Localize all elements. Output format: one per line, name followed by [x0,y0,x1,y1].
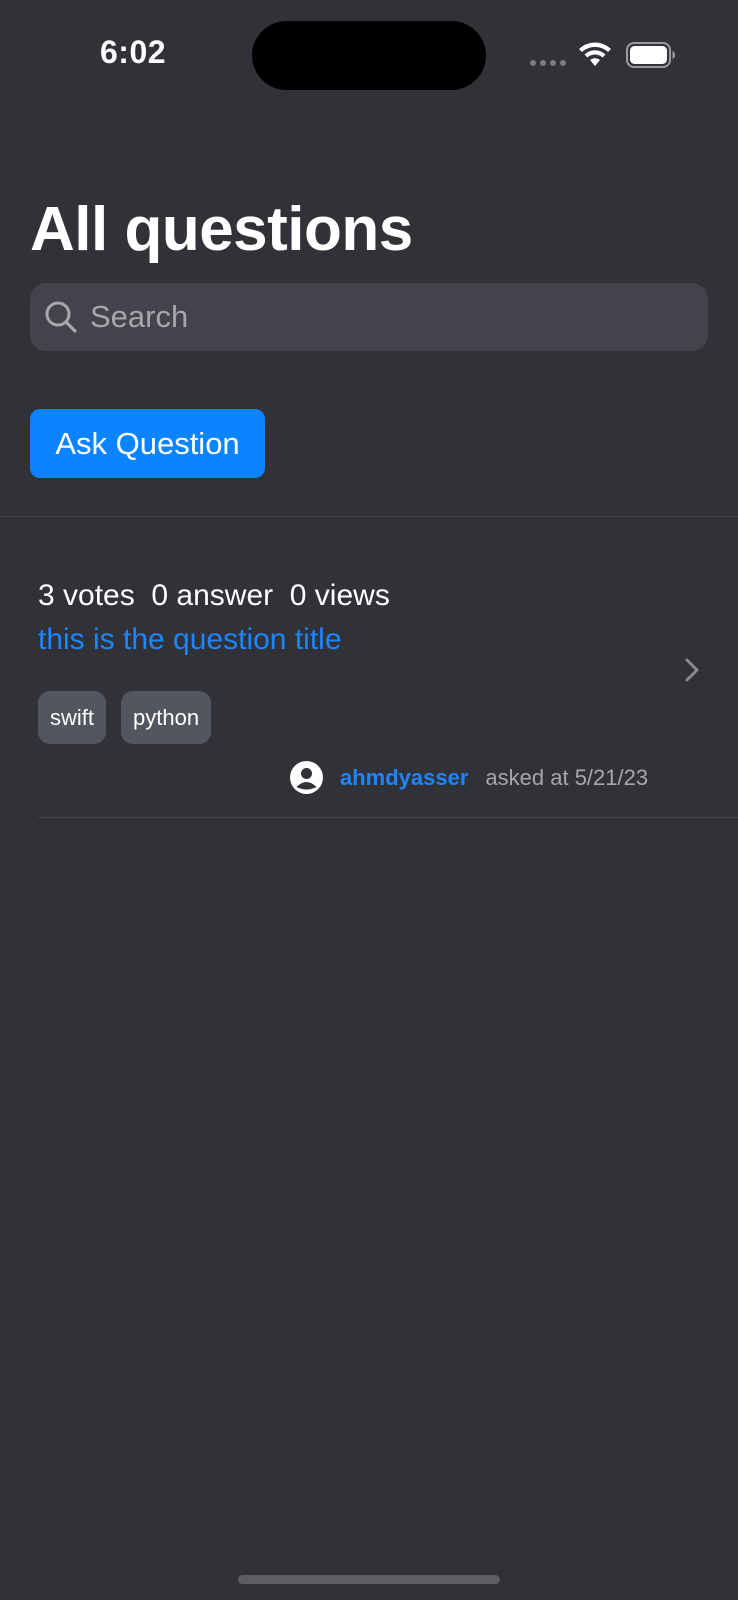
search-input[interactable] [88,298,672,336]
cellular-signal-icon [530,60,566,66]
question-meta: ahmdyasser asked at 5/21/23 [290,761,648,794]
divider [38,817,738,818]
tag-swift[interactable]: swift [38,691,106,744]
dynamic-island [252,21,486,90]
question-stats: 3 votes 0 answer 0 views [38,579,390,612]
page-title: All questions [30,195,413,264]
avatar-icon [290,761,323,794]
wifi-icon [579,42,611,66]
question-title[interactable]: this is the question title [38,623,342,657]
home-indicator[interactable] [238,1575,500,1584]
tag-list: swift python [38,691,212,744]
search-icon [45,301,77,333]
search-bar[interactable] [30,283,708,351]
question-row[interactable]: 3 votes 0 answer 0 views this is the que… [0,517,738,817]
battery-icon [626,42,675,68]
author-name[interactable]: ahmdyasser [340,765,468,791]
ask-question-button[interactable]: Ask Question [30,409,265,478]
tag-python[interactable]: python [121,691,212,744]
chevron-right-icon[interactable] [684,657,700,683]
asked-date: asked at 5/21/23 [485,764,649,790]
status-time: 6:02 [100,34,167,70]
